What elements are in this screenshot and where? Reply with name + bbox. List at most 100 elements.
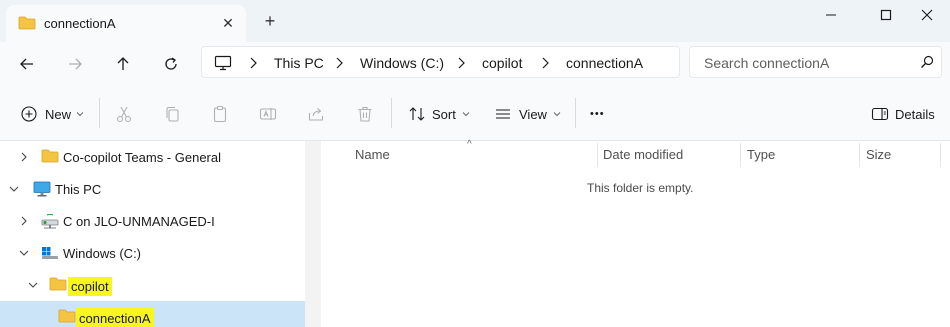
- drive-icon: [42, 247, 58, 259]
- search-input[interactable]: Search connectionA: [704, 55, 829, 71]
- divider: [99, 98, 100, 128]
- column-header-type[interactable]: Type: [747, 147, 775, 162]
- chevron-down-icon[interactable]: [18, 247, 30, 259]
- computer-icon: [33, 181, 51, 197]
- navigation-bar: This PC Windows (C:) copilot connectionA…: [0, 42, 950, 86]
- sort-label: Sort: [432, 106, 456, 122]
- tree-item-label: C on JLO-UNMANAGED-I: [63, 214, 215, 229]
- view-label: View: [519, 106, 547, 122]
- column-header-size[interactable]: Size: [866, 147, 891, 162]
- folder-icon: [58, 309, 76, 323]
- column-header-date-modified[interactable]: Date modified: [603, 147, 683, 162]
- chevron-right-icon: [336, 57, 343, 69]
- tab-title: connectionA: [44, 16, 116, 31]
- rename-button[interactable]: [259, 102, 277, 126]
- chevron-right-icon[interactable]: [18, 151, 30, 163]
- column-header-name[interactable]: Name: [355, 147, 390, 162]
- share-button[interactable]: [307, 102, 325, 126]
- tree-item-label: copilot: [68, 277, 112, 296]
- tree-item-windows-c[interactable]: Windows (C:): [0, 237, 305, 269]
- close-icon: [921, 9, 933, 21]
- chevron-down-icon: [76, 112, 84, 117]
- column-separator[interactable]: [859, 143, 860, 167]
- folder-icon: [18, 16, 36, 30]
- command-bar: New Sort View ••• Details: [0, 86, 950, 141]
- file-list[interactable]: ^ Name Date modified Type Size This fold…: [321, 139, 950, 327]
- arrow-up-icon: [117, 57, 129, 70]
- view-button[interactable]: View: [494, 102, 561, 126]
- chevron-right-icon: [458, 57, 465, 69]
- refresh-icon: [165, 57, 177, 70]
- chevron-down-icon: [462, 112, 470, 117]
- search-box[interactable]: Search connectionA: [689, 46, 942, 78]
- details-pane-icon: [871, 107, 889, 121]
- more-icon: •••: [590, 108, 605, 120]
- paste-button[interactable]: [211, 102, 229, 126]
- breadcrumb-connectionA[interactable]: connectionA: [566, 55, 643, 71]
- breadcrumb-copilot[interactable]: copilot: [482, 55, 522, 71]
- arrow-right-icon: [69, 58, 82, 70]
- column-separator[interactable]: [940, 143, 941, 167]
- new-tab-button[interactable]: +: [261, 12, 279, 30]
- new-button[interactable]: New: [20, 102, 84, 126]
- minimize-button[interactable]: [808, 0, 854, 30]
- plus-circle-icon: [21, 106, 37, 122]
- address-bar[interactable]: This PC Windows (C:) copilot connectionA: [201, 46, 680, 78]
- forward-button[interactable]: [63, 52, 87, 76]
- computer-icon: [214, 55, 232, 71]
- column-separator[interactable]: [597, 143, 598, 167]
- network-drive-icon: [41, 214, 59, 229]
- details-pane-button[interactable]: Details: [871, 102, 935, 126]
- breadcrumb-windows-c[interactable]: Windows (C:): [360, 55, 444, 71]
- chevron-right-icon: [542, 57, 549, 69]
- search-icon: [921, 55, 934, 68]
- close-tab-icon[interactable]: ✕: [220, 15, 236, 31]
- rename-icon: [259, 108, 277, 120]
- tree-item-connectionA[interactable]: connectionA: [0, 301, 305, 327]
- share-icon: [308, 108, 324, 121]
- trash-icon: [358, 106, 372, 122]
- folder-icon: [41, 149, 59, 163]
- sort-icon: [409, 107, 425, 121]
- maximize-button[interactable]: [863, 0, 909, 30]
- close-window-button[interactable]: [904, 0, 950, 30]
- tree-item-network-drive[interactable]: C on JLO-UNMANAGED-I: [0, 205, 305, 237]
- divider: [391, 98, 392, 128]
- details-label: Details: [895, 106, 935, 122]
- clipboard-icon: [213, 105, 227, 123]
- chevron-down-icon[interactable]: [8, 183, 20, 195]
- new-label: New: [45, 106, 72, 122]
- chevron-down-icon[interactable]: [27, 279, 39, 291]
- cut-button[interactable]: [115, 102, 133, 126]
- back-button[interactable]: [15, 52, 39, 76]
- pane-splitter[interactable]: [305, 141, 321, 327]
- tab-connectionA[interactable]: connectionA ✕: [6, 5, 246, 42]
- column-separator[interactable]: [740, 143, 741, 167]
- chevron-right-icon: [250, 57, 257, 69]
- see-more-button[interactable]: •••: [590, 102, 605, 126]
- folder-icon: [49, 277, 67, 291]
- maximize-icon: [880, 9, 892, 21]
- divider: [575, 98, 576, 128]
- view-list-icon: [496, 109, 510, 119]
- copy-button[interactable]: [163, 102, 181, 126]
- sort-caret-icon: ^: [467, 139, 472, 150]
- chevron-right-icon[interactable]: [18, 215, 30, 227]
- empty-folder-message: This folder is empty.: [587, 181, 694, 195]
- tree-item-co-copilot-teams[interactable]: Co-copilot Teams - General: [0, 141, 305, 173]
- sort-button[interactable]: Sort: [408, 102, 470, 126]
- up-button[interactable]: [111, 52, 135, 76]
- refresh-button[interactable]: [159, 52, 183, 76]
- copy-icon: [166, 106, 179, 122]
- arrow-left-icon: [20, 58, 33, 70]
- tree-item-label: Windows (C:): [63, 246, 142, 261]
- title-bar: connectionA ✕ +: [0, 0, 950, 42]
- delete-button[interactable]: [356, 102, 374, 126]
- breadcrumb-this-pc[interactable]: This PC: [274, 55, 324, 71]
- tree-item-label: Co-copilot Teams - General: [63, 150, 221, 165]
- tree-item-copilot[interactable]: copilot: [0, 269, 305, 301]
- tree-item-label: This PC: [55, 182, 102, 197]
- navigation-pane: Co-copilot Teams - General This PC C on …: [0, 141, 305, 327]
- tree-item-this-pc[interactable]: This PC: [0, 173, 305, 205]
- tree-item-label: connectionA: [76, 308, 154, 327]
